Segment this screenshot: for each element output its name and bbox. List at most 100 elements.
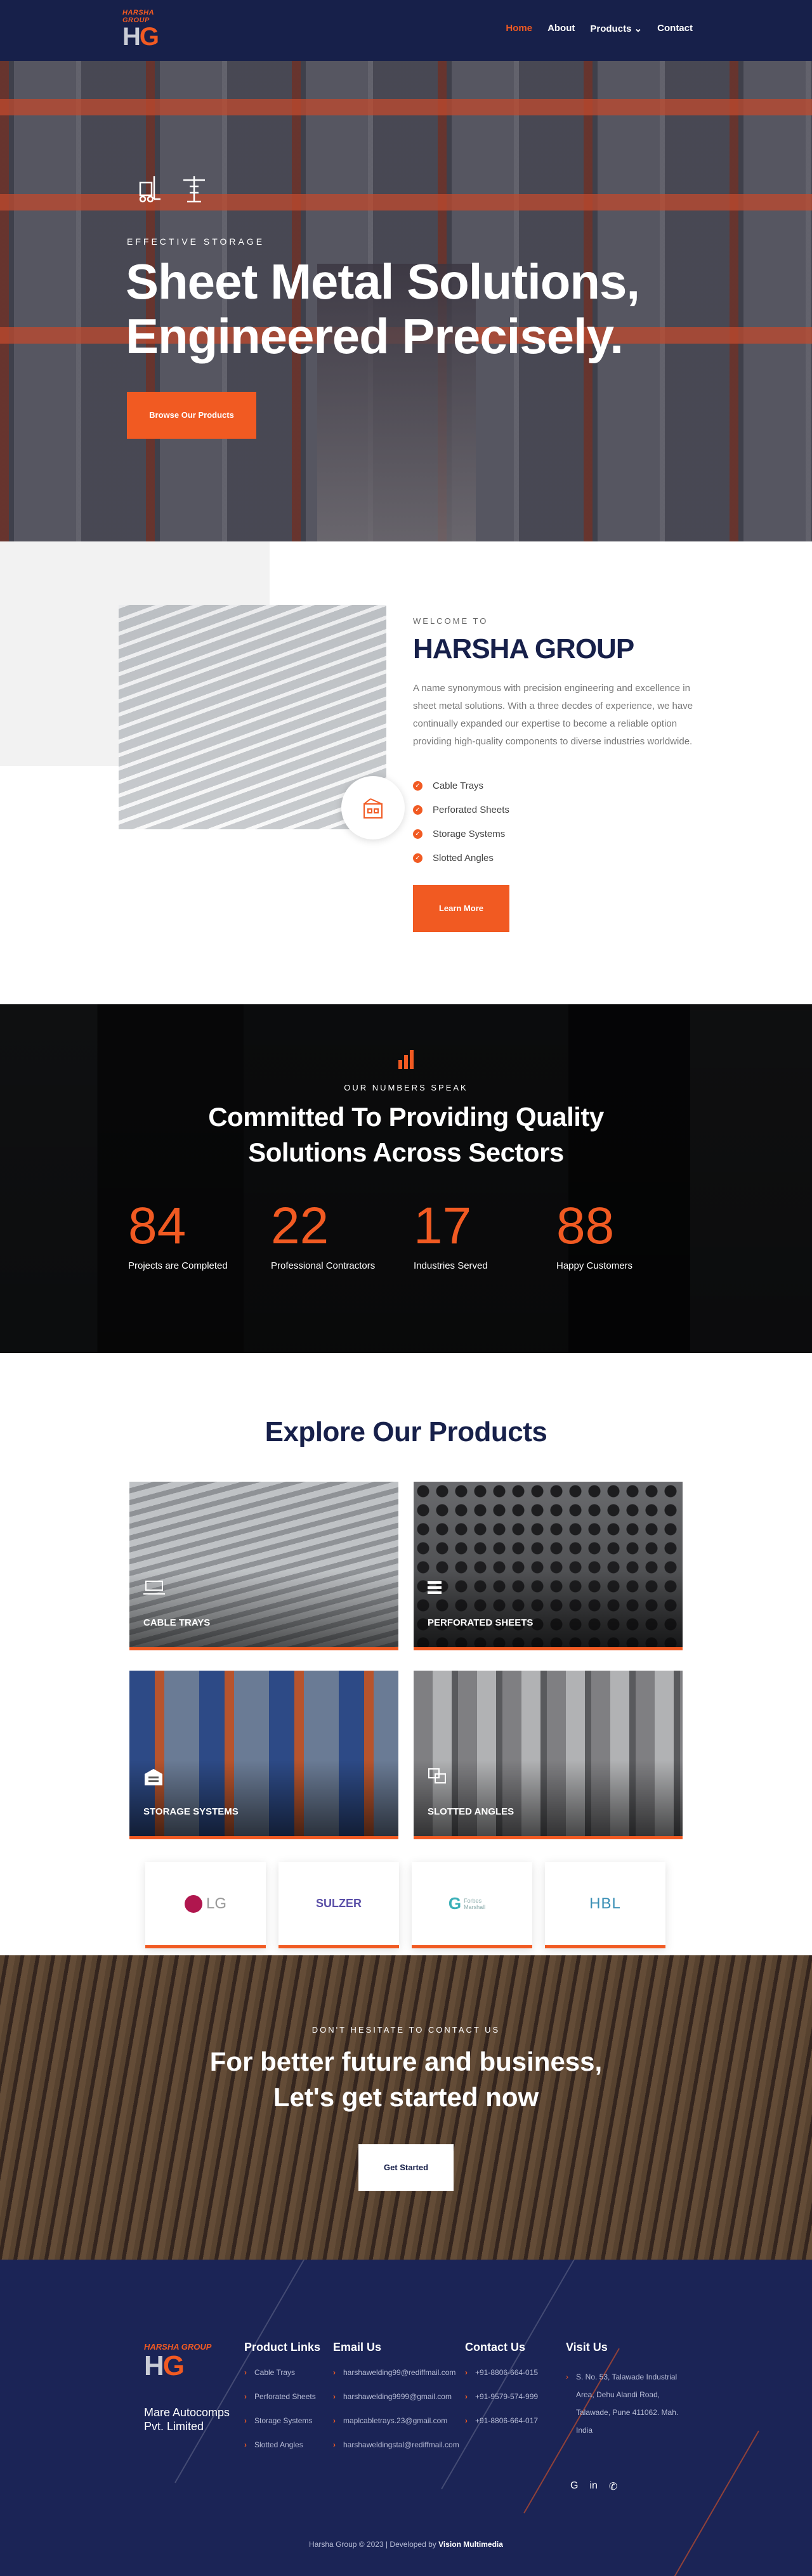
browse-products-button[interactable]: Browse Our Products — [127, 392, 256, 439]
footer-logo[interactable]: HARSHA GROUP HG — [144, 2342, 211, 2381]
logo-mark: HG — [122, 23, 159, 51]
stat-contractors: 22 Professional Contractors — [271, 1197, 376, 1271]
about-title: HARSHA GROUP — [413, 633, 634, 664]
check-icon: ✓ — [413, 805, 422, 815]
chevron-right-icon: › — [465, 2392, 468, 2401]
chevron-right-icon: › — [244, 2416, 247, 2425]
cta-eyebrow: DON'T HESITATE TO CONTACT US — [311, 2025, 501, 2035]
footer-link[interactable]: › Slotted Angles — [244, 2440, 320, 2464]
top-navbar: HARSHA GROUP HG Home About Products ⌄ Co… — [0, 0, 812, 61]
chevron-right-icon: › — [333, 2416, 336, 2425]
footer-phone-link[interactable]: › +91-8806-664-015 — [465, 2368, 538, 2392]
footer-email-link[interactable]: › maplcabletrays.23@gmail.com — [333, 2416, 459, 2440]
client-logo-lg: LG — [145, 1862, 266, 1948]
chevron-right-icon: › — [333, 2392, 336, 2401]
copyright: Harsha Group © 2023 | Developed by Visio… — [309, 2540, 503, 2549]
footer-contact: Contact Us › +91-8806-664-015 › +91-9579-5… — [465, 2341, 538, 2440]
footer-phone-link[interactable]: › +91-9579-574-999 — [465, 2392, 538, 2416]
feature-item: ✓ Perforated Sheets — [413, 798, 509, 822]
feature-item: ✓ Slotted Angles — [413, 846, 509, 870]
about-section: WELCOME TO HARSHA GROUP A name synonymou… — [0, 541, 812, 1004]
main-menu: Home About Products ⌄ Contact — [506, 23, 693, 34]
forbes-logo-icon: G — [448, 1894, 462, 1913]
stats-title: Committed To Providing Quality Solutions… — [208, 1102, 604, 1167]
logo-brand: HARSHA GROUP — [122, 9, 154, 24]
product-card-perforated-sheets[interactable]: PERFORATED SHEETS — [414, 1482, 683, 1650]
hero-bg-shelf — [0, 194, 812, 210]
social-links: G in ✆ — [570, 2480, 617, 2493]
chevron-right-icon: › — [465, 2368, 468, 2377]
chevron-right-icon: › — [244, 2440, 247, 2449]
stats-section: OUR NUMBERS SPEAK Committed To Providing… — [0, 1004, 812, 1353]
product-card-cable-trays[interactable]: CABLE TRAYS — [129, 1482, 398, 1650]
check-icon: ✓ — [413, 853, 422, 863]
nav-contact[interactable]: Contact — [657, 23, 693, 34]
footer-email-link[interactable]: › harshaweldingstal@rediffmail.com — [333, 2440, 459, 2464]
stats-eyebrow: OUR NUMBERS SPEAK — [344, 1083, 468, 1092]
about-badge — [341, 776, 405, 839]
footer-company: Mare Autocomps Pvt. Limited — [144, 2406, 230, 2433]
feature-item: ✓ Storage Systems — [413, 822, 509, 846]
footer-email-link[interactable]: › harshawelding9999@gmail.com — [333, 2392, 459, 2416]
footer-email: Email Us › harshawelding99@rediffmail.com… — [333, 2341, 459, 2464]
check-icon: ✓ — [413, 780, 422, 791]
product-card-storage-systems[interactable]: STORAGE SYSTEMS — [129, 1671, 398, 1839]
client-logo-hbl: HBL — [545, 1862, 665, 1948]
hero-eyebrow: EFFECTIVE STORAGE — [127, 236, 265, 247]
hero-bg-shelf — [0, 99, 812, 115]
stat-industries: 17 Industries Served — [414, 1197, 488, 1271]
learn-more-button[interactable]: Learn More — [413, 885, 509, 932]
hero-icons — [135, 174, 207, 204]
hero-title: Sheet Metal Solutions, Engineered Precis… — [126, 254, 640, 364]
footer-link[interactable]: › Cable Trays — [244, 2368, 320, 2392]
sheets-icon — [428, 1581, 442, 1594]
client-logo-forbes: G Forbes Marshall — [412, 1862, 532, 1948]
client-logo-sulzer: SULZER — [278, 1862, 399, 1948]
forklift-icon — [139, 176, 160, 203]
chevron-down-icon: ⌄ — [634, 23, 643, 34]
nav-home[interactable]: Home — [506, 23, 532, 34]
footer-email-link[interactable]: › harshawelding99@rediffmail.com — [333, 2368, 459, 2392]
crane-icon — [183, 176, 205, 203]
footer-visit: Visit Us › S. No. 53, Talawade Industrial… — [566, 2341, 680, 2439]
check-icon: ✓ — [413, 829, 422, 839]
footer-link[interactable]: › Storage Systems — [244, 2416, 320, 2440]
chevron-right-icon: › — [465, 2416, 468, 2425]
logo[interactable]: HARSHA GROUP HG — [122, 9, 166, 51]
bar-chart-icon — [398, 1050, 414, 1069]
footer-link[interactable]: › Perforated Sheets — [244, 2392, 320, 2416]
footer-address: › S. No. 53, Talawade Industrial Area, De… — [566, 2368, 680, 2439]
product-card-slotted-angles[interactable]: SLOTTED ANGLES — [414, 1671, 683, 1839]
factory-icon — [363, 798, 383, 819]
products-section: Explore Our Products CABLE TRAYS PERFORA… — [0, 1353, 812, 1955]
about-description: A name synonymous with precision enginee… — [413, 683, 693, 747]
about-eyebrow: WELCOME TO — [413, 616, 488, 626]
developer-link[interactable]: Vision Multimedia — [438, 2540, 503, 2549]
linkedin-icon[interactable]: in — [589, 2480, 597, 2493]
warehouse-icon — [145, 1769, 162, 1785]
stat-customers: 88 Happy Customers — [556, 1197, 633, 1271]
chevron-right-icon: › — [244, 2392, 247, 2401]
stat-projects: 84 Projects are Completed — [128, 1197, 228, 1271]
footer-phone-link[interactable]: › +91-8806-664-017 — [465, 2416, 538, 2440]
chevron-right-icon: › — [244, 2368, 247, 2377]
nav-products[interactable]: Products ⌄ — [590, 23, 642, 34]
cta-title: For better future and business, Let's ge… — [209, 2047, 603, 2112]
chevron-right-icon: › — [333, 2440, 336, 2449]
nav-about[interactable]: About — [547, 23, 575, 34]
chevron-right-icon: › — [566, 2372, 568, 2381]
hero-section: EFFECTIVE STORAGE Sheet Metal Solutions,… — [0, 61, 812, 541]
feature-item: ✓ Cable Trays — [413, 773, 509, 798]
whatsapp-icon[interactable]: ✆ — [609, 2480, 617, 2493]
feature-list: ✓ Cable Trays ✓ Perforated Sheets ✓ Storage… — [413, 773, 509, 870]
cta-section: DON'T HESITATE TO CONTACT US For better … — [0, 1955, 812, 2260]
google-icon[interactable]: G — [570, 2480, 578, 2493]
angle-rack-icon — [428, 1768, 446, 1783]
lg-logo-icon — [184, 1894, 202, 1913]
get-started-button[interactable]: Get Started — [358, 2144, 454, 2191]
products-title: Explore Our Products — [265, 1416, 547, 1447]
chevron-right-icon: › — [333, 2368, 336, 2377]
tray-icon — [143, 1581, 165, 1595]
footer-product-links: Product Links › Cable Trays › Perforated S… — [244, 2341, 320, 2464]
footer: HARSHA GROUP HG Mare Autocomps Pvt. Limi… — [0, 2260, 812, 2576]
